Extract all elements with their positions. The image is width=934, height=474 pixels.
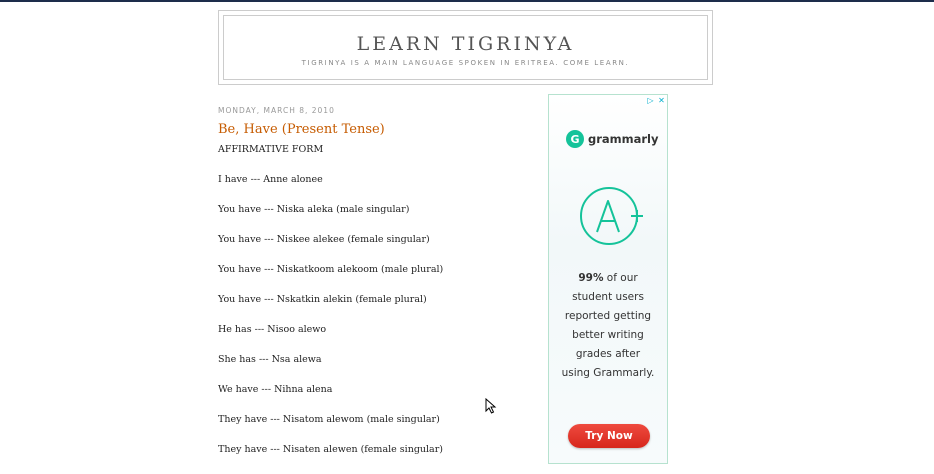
ad-text-line: of our (603, 272, 638, 284)
post-body: AFFIRMATIVE FORM I have --- Anne alonee … (218, 144, 528, 474)
post-line: You have --- Niskee alekee (female singu… (218, 234, 430, 245)
ad-text-line: grades after (575, 348, 641, 360)
ad-text: 99% of our student users reported gettin… (555, 269, 661, 383)
grammarly-ad[interactable]: ▷ ✕ G grammarly 99% of our student users… (548, 94, 668, 464)
post-line: You have --- Nskatkin alekin (female plu… (218, 294, 427, 305)
mouse-cursor-icon (485, 398, 497, 414)
ad-brand-name: grammarly (588, 132, 659, 146)
post-line: We have --- Nihna alena (218, 384, 333, 395)
adchoices-icon[interactable]: ▷ (645, 95, 656, 106)
ad-stat: 99% (578, 272, 604, 284)
post-line: You have --- Niska aleka (male singular) (218, 204, 410, 215)
top-bar (0, 0, 934, 2)
post-line: AFFIRMATIVE FORM (218, 144, 324, 155)
grammarly-logo-icon: G (566, 130, 584, 148)
try-now-button[interactable]: Try Now (568, 424, 650, 448)
ad-brand[interactable]: G grammarly (566, 130, 659, 148)
ad-text-line: using Grammarly. (561, 367, 655, 379)
a-plus-icon (580, 187, 643, 245)
post-date: MONDAY, MARCH 8, 2010 (218, 106, 335, 115)
post-line: He has --- Nisoo alewo (218, 324, 327, 335)
blog-header-inner: LEARN TIGRINYA TIGRINYA IS A MAIN LANGUA… (223, 15, 708, 80)
blog-description: TIGRINYA IS A MAIN LANGUAGE SPOKEN IN ER… (301, 59, 630, 67)
post-line: They have --- Nisaten alewen (female sin… (218, 444, 443, 455)
post-title[interactable]: Be, Have (Present Tense) (218, 122, 385, 137)
ad-text-line: reported getting (564, 310, 652, 322)
ad-text-line: better writing (572, 329, 644, 341)
ad-choices[interactable]: ▷ ✕ (645, 95, 667, 106)
ad-text-line: student users (572, 291, 644, 303)
blog-title[interactable]: LEARN TIGRINYA (224, 33, 707, 55)
post-line: She has --- Nsa alewa (218, 354, 322, 365)
blog-header: LEARN TIGRINYA TIGRINYA IS A MAIN LANGUA… (218, 10, 713, 85)
post-line: I have --- Anne alonee (218, 174, 323, 185)
post-line: They have --- Nisatom alewom (male singu… (218, 414, 440, 425)
close-icon[interactable]: ✕ (656, 95, 667, 106)
post-line: You have --- Niskatkoom alekoom (male pl… (218, 264, 444, 275)
